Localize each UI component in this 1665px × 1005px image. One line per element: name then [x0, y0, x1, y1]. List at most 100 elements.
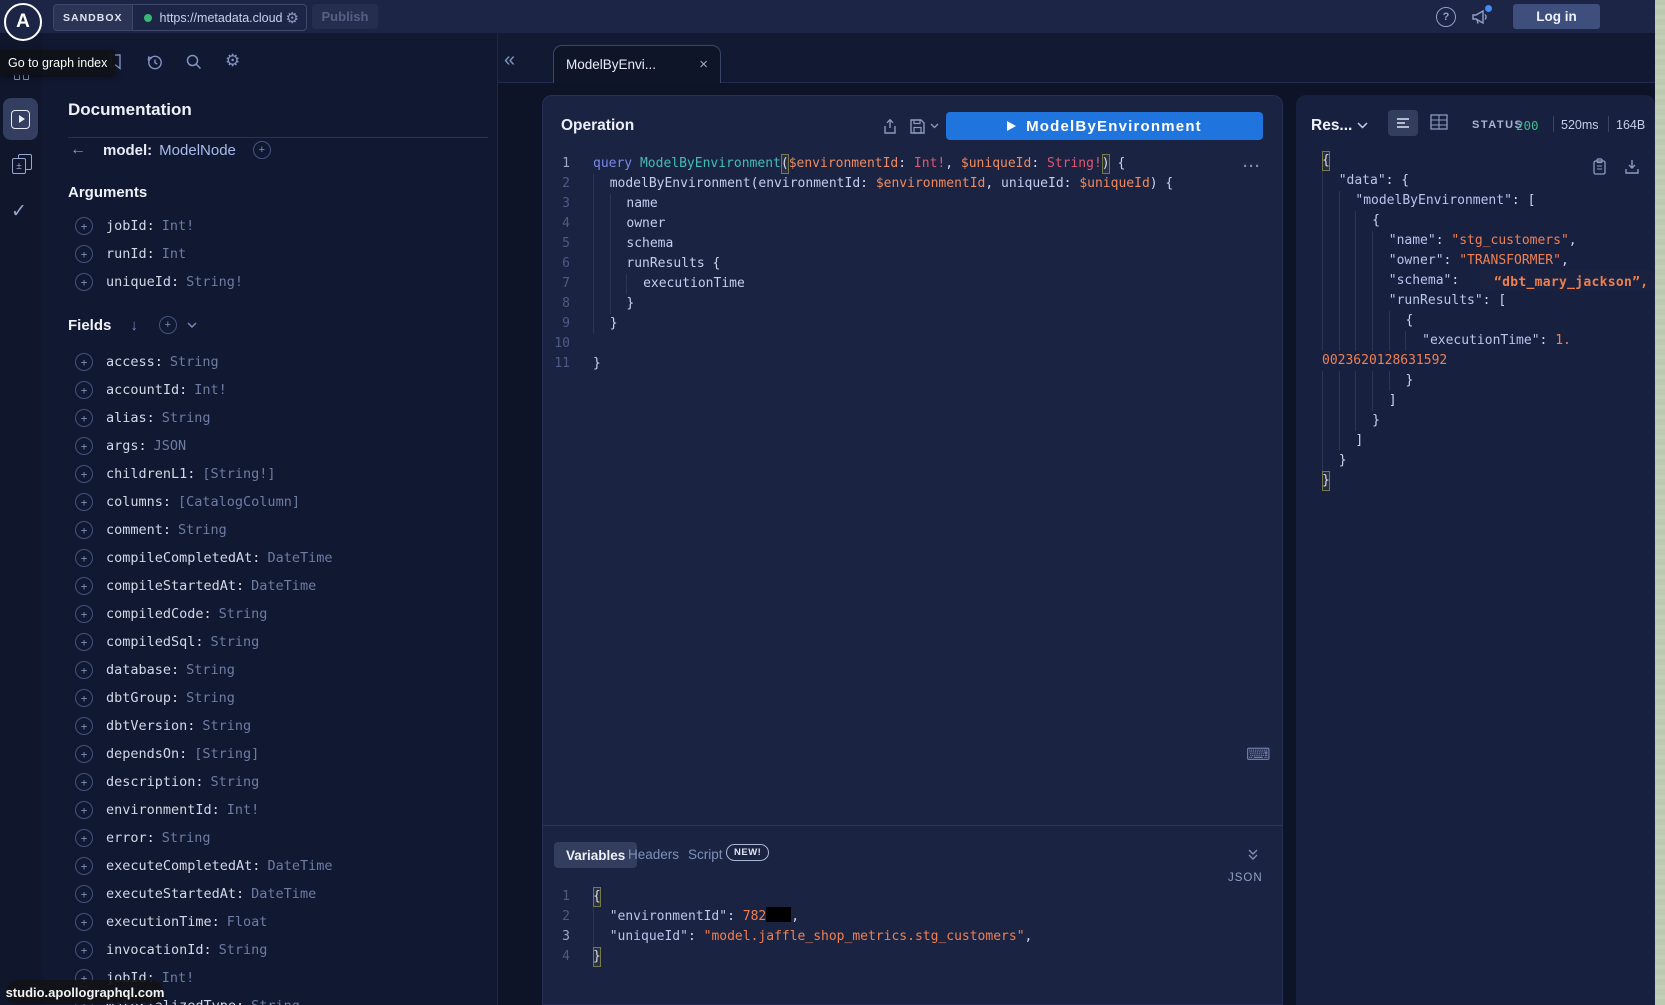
field-row[interactable]: + compiledSql: String	[75, 628, 485, 656]
field-row[interactable]: + dbtVersion: String	[75, 712, 485, 740]
checks-icon[interactable]: ✓	[11, 200, 27, 223]
save-icon[interactable]	[909, 118, 926, 135]
add-field-icon[interactable]: +	[75, 913, 93, 931]
add-field-icon[interactable]: +	[75, 577, 93, 595]
tab-headers[interactable]: Headers	[628, 847, 679, 862]
field-row[interactable]: + invocationId: String	[75, 936, 485, 964]
add-field-icon[interactable]: +	[75, 633, 93, 651]
add-field-icon[interactable]: +	[75, 745, 93, 763]
field-row[interactable]: + error: String	[75, 824, 485, 852]
field-row[interactable]: + executeCompletedAt: DateTime	[75, 852, 485, 880]
add-field-icon[interactable]: +	[75, 353, 93, 371]
add-field-icon[interactable]: +	[75, 829, 93, 847]
table-icon	[1430, 114, 1448, 130]
collapse-docs-icon[interactable]: «	[504, 49, 515, 72]
field-row[interactable]: + executionTime: Float	[75, 908, 485, 936]
field-row[interactable]: + args: JSON	[75, 432, 485, 460]
editor-mode-label: JSON	[1228, 872, 1263, 884]
history-icon[interactable]	[146, 53, 164, 71]
divider	[1608, 116, 1609, 132]
add-field-icon[interactable]: +	[75, 941, 93, 959]
share-icon[interactable]	[882, 118, 898, 135]
graph-index-icon[interactable]	[14, 74, 30, 82]
collapse-panel-chevrons-icon[interactable]	[1246, 848, 1260, 861]
fields-list: + access: String + accountId: Int! + ali…	[75, 348, 485, 1005]
fields-heading: Fields	[68, 317, 111, 334]
add-all-fields-icon[interactable]: +	[159, 316, 177, 334]
align-left-lines-icon	[1396, 117, 1410, 129]
field-row[interactable]: + compileCompletedAt: DateTime	[75, 544, 485, 572]
save-menu-chevron-icon[interactable]	[930, 123, 939, 129]
add-field-icon[interactable]: +	[75, 437, 93, 455]
tab-variables[interactable]: Variables	[554, 842, 637, 868]
explorer-nav-button[interactable]	[3, 98, 38, 140]
add-field-icon[interactable]: +	[75, 465, 93, 483]
add-field-icon[interactable]: +	[75, 605, 93, 623]
login-button[interactable]: Log in	[1513, 4, 1600, 29]
json-view-toggle[interactable]	[1388, 110, 1418, 136]
field-row[interactable]: + alias: String	[75, 404, 485, 432]
apollo-logo[interactable]: A	[4, 3, 42, 41]
operation-editor[interactable]: 1query ModelByEnvironment($environmentId…	[542, 154, 1272, 374]
add-argument-icon[interactable]: +	[75, 217, 93, 235]
add-field-icon[interactable]: +	[75, 857, 93, 875]
argument-row[interactable]: + uniqueId: String!	[75, 268, 485, 296]
arguments-list: + jobId: Int! + runId: Int + uniqueId: S…	[75, 212, 485, 296]
add-field-icon[interactable]: +	[75, 773, 93, 791]
endpoint-url-input[interactable]: https://metadata.cloud.getd	[160, 11, 282, 25]
publish-button[interactable]: Publish	[312, 4, 378, 29]
field-row[interactable]: + executeStartedAt: DateTime	[75, 880, 485, 908]
notification-dot	[1485, 5, 1492, 12]
schema-diff-icon[interactable]: ±	[11, 154, 33, 174]
operation-tab[interactable]: ModelByEnvi... ×	[553, 45, 721, 83]
add-field-icon[interactable]: +	[75, 493, 93, 511]
field-row[interactable]: + comment: String	[75, 516, 485, 544]
field-row[interactable]: + database: String	[75, 656, 485, 684]
search-icon[interactable]	[185, 53, 203, 71]
add-field-icon[interactable]: +	[75, 409, 93, 427]
chevron-down-icon[interactable]	[187, 322, 197, 328]
add-field-icon[interactable]: +	[75, 717, 93, 735]
response-title[interactable]: Res...	[1311, 117, 1352, 135]
breadcrumb-type[interactable]: ModelNode	[159, 142, 236, 159]
add-field-icon[interactable]: +	[75, 689, 93, 707]
sort-down-icon[interactable]: ↓	[130, 317, 138, 334]
add-field-icon[interactable]: +	[75, 885, 93, 903]
field-row[interactable]: + description: String	[75, 768, 485, 796]
tab-script[interactable]: Script	[688, 847, 723, 862]
field-row[interactable]: + compileStartedAt: DateTime	[75, 572, 485, 600]
back-arrow-icon[interactable]: ←	[70, 141, 86, 159]
add-field-icon[interactable]: +	[253, 141, 271, 159]
add-field-icon[interactable]: +	[75, 549, 93, 567]
add-field-icon[interactable]: +	[75, 661, 93, 679]
argument-row[interactable]: + jobId: Int!	[75, 212, 485, 240]
add-argument-icon[interactable]: +	[75, 273, 93, 291]
response-json-viewer[interactable]: {"data": {"modelByEnvironment": [{"name"…	[1322, 151, 1652, 491]
add-field-icon[interactable]: +	[75, 521, 93, 539]
run-operation-button[interactable]: ModelByEnvironment	[946, 112, 1263, 140]
settings-gear-icon[interactable]: ⚙	[225, 51, 240, 71]
field-row[interactable]: + dependsOn: [String]	[75, 740, 485, 768]
announcements-megaphone-icon[interactable]	[1470, 8, 1490, 25]
field-row[interactable]: + access: String	[75, 348, 485, 376]
add-field-icon[interactable]: +	[75, 801, 93, 819]
field-row[interactable]: + dbtGroup: String	[75, 684, 485, 712]
argument-row[interactable]: + runId: Int	[75, 240, 485, 268]
table-view-toggle[interactable]	[1430, 114, 1448, 130]
keyboard-shortcuts-icon[interactable]: ⌨	[1246, 745, 1271, 765]
field-row[interactable]: + childrenL1: [String!]	[75, 460, 485, 488]
response-duration: 520ms	[1561, 118, 1599, 132]
help-icon[interactable]: ?	[1436, 7, 1456, 27]
status-code: 200	[1516, 118, 1539, 133]
variables-editor[interactable]: 1{2"environmentId": 782,3"uniqueId": "mo…	[542, 887, 1272, 967]
add-argument-icon[interactable]: +	[75, 245, 93, 263]
field-row[interactable]: + compiledCode: String	[75, 600, 485, 628]
add-field-icon[interactable]: +	[75, 381, 93, 399]
field-row[interactable]: + columns: [CatalogColumn]	[75, 488, 485, 516]
field-row[interactable]: + accountId: Int!	[75, 376, 485, 404]
close-tab-icon[interactable]: ×	[699, 56, 708, 73]
field-row[interactable]: + environmentId: Int!	[75, 796, 485, 824]
endpoint-settings-gear-icon[interactable]: ⚙	[286, 9, 299, 27]
tooltip: Go to graph index	[0, 50, 115, 75]
response-menu-chevron-icon[interactable]	[1357, 122, 1368, 129]
